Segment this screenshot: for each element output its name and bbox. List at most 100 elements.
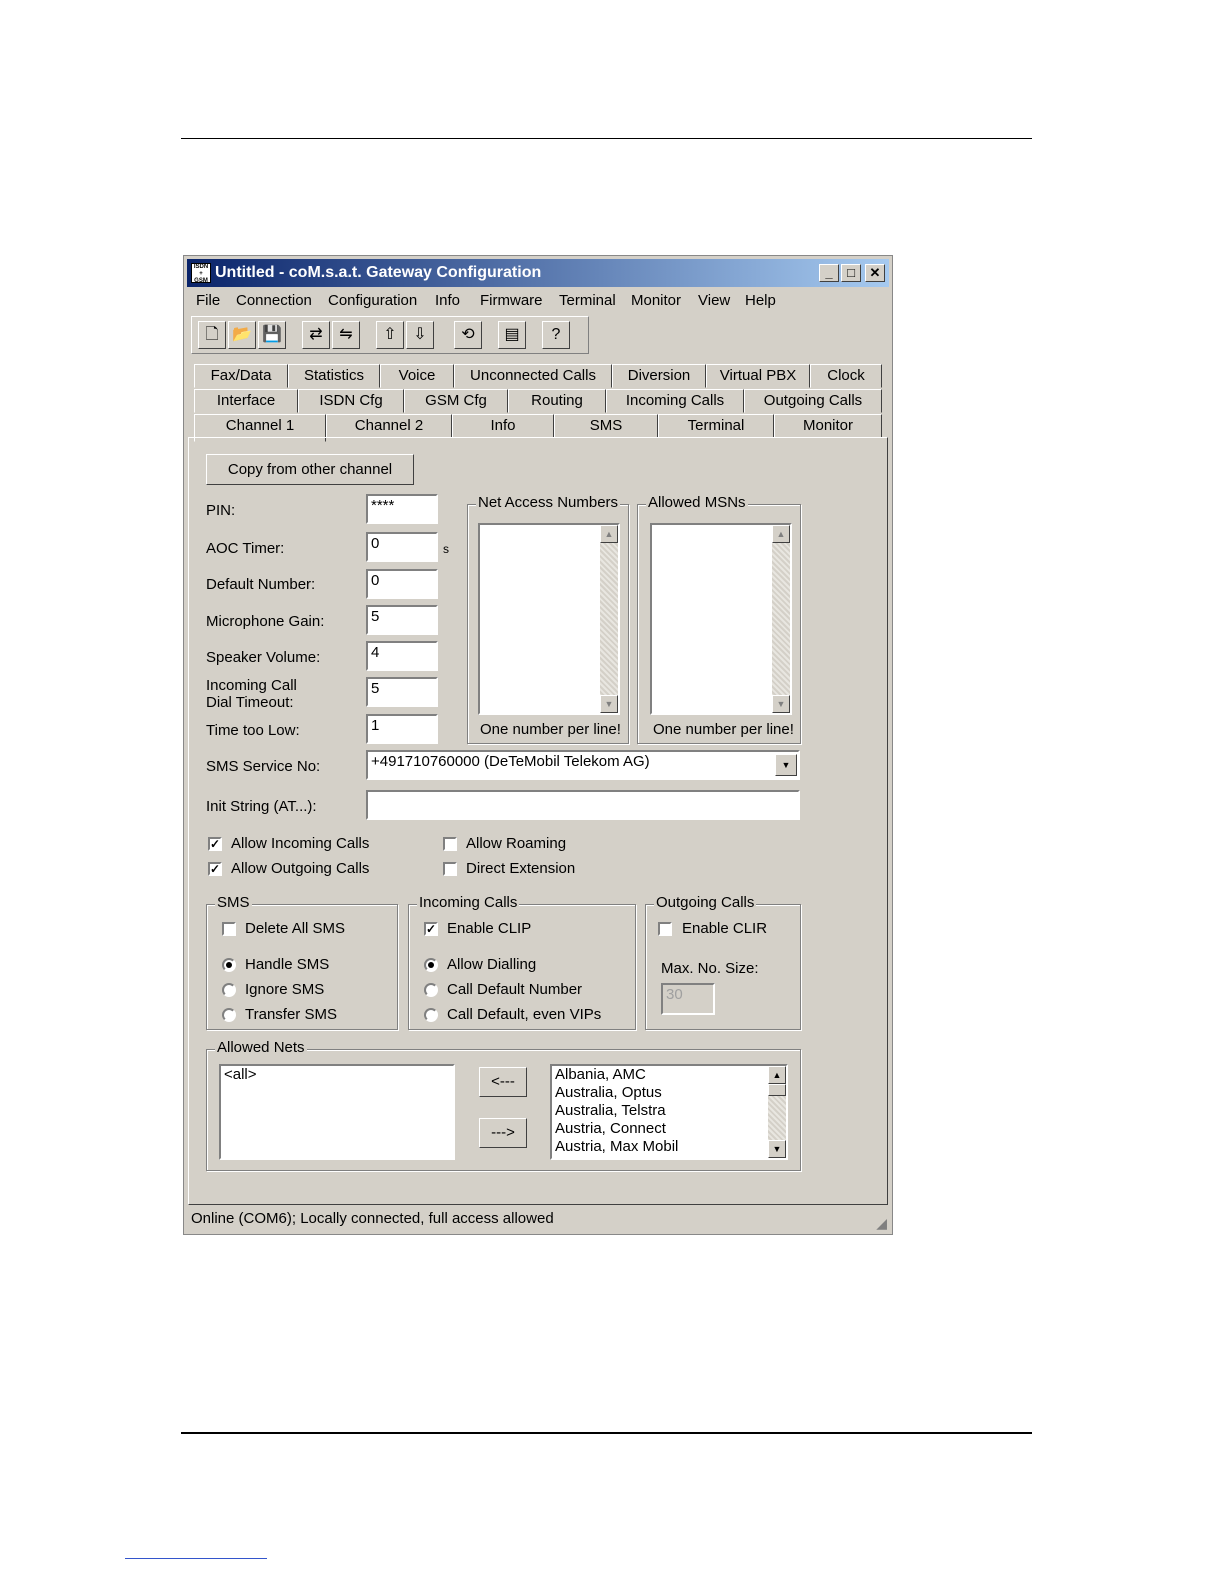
channel-panel: Copy from other channel PIN: **** AOC Ti… [188, 437, 888, 1205]
list-item[interactable]: Austria, Max Mobil [552, 1138, 786, 1156]
enable-clir-checkbox[interactable] [658, 922, 672, 936]
allow-dialling-radio[interactable] [424, 958, 438, 972]
save-icon[interactable]: 💾 [258, 321, 286, 349]
enable-clip-label: Enable CLIP [447, 920, 532, 937]
menu-info[interactable]: Info [435, 292, 460, 309]
app-window: ISDN + GSM Untitled - coM.s.a.t. Gateway C… [183, 255, 893, 1235]
allow-incoming-checkbox[interactable]: ✓ [208, 837, 222, 851]
page-rule-top [181, 138, 1032, 139]
scroll-up-icon[interactable]: ▲ [600, 525, 618, 543]
dial-timeout-label: Incoming Call Dial Timeout: [206, 677, 297, 711]
list-item[interactable]: Austria, Connect [552, 1120, 786, 1138]
menu-terminal[interactable]: Terminal [559, 292, 616, 309]
menu-firmware[interactable]: Firmware [480, 292, 543, 309]
transfer-sms-radio[interactable] [222, 1008, 236, 1022]
tab-monitor[interactable]: Monitor [774, 414, 882, 438]
allowed-msns-scrollbar[interactable]: ▲ ▼ [772, 525, 790, 713]
aoc-unit-label: s [443, 542, 449, 556]
direct-extension-checkbox[interactable] [443, 862, 457, 876]
scroll-thumb[interactable] [768, 1084, 786, 1096]
delete-all-sms-checkbox[interactable] [222, 922, 236, 936]
tab-gsm-cfg[interactable]: GSM Cfg [404, 389, 508, 413]
time-too-low-field[interactable]: 1 [366, 714, 438, 744]
tab-isdn-cfg[interactable]: ISDN Cfg [298, 389, 404, 413]
new-icon[interactable]: 🗋 [198, 321, 226, 349]
available-nets-list[interactable]: Albania, AMC Australia, Optus Australia,… [550, 1064, 788, 1160]
list-item[interactable]: Australia, Optus [552, 1084, 786, 1102]
handle-sms-label: Handle SMS [245, 956, 330, 973]
tab-incoming-calls[interactable]: Incoming Calls [606, 389, 744, 413]
chevron-down-icon[interactable]: ▼ [775, 754, 797, 776]
list-item[interactable]: Australia, Telstra [552, 1102, 786, 1120]
menu-view[interactable]: View [698, 292, 730, 309]
tab-sms[interactable]: SMS [554, 414, 658, 438]
maximize-button[interactable]: □ [841, 264, 861, 282]
help-icon[interactable]: ? [542, 321, 570, 349]
allowed-msns-list[interactable]: ▲ ▼ [650, 523, 792, 715]
scroll-down-icon[interactable]: ▼ [600, 695, 618, 713]
tab-unconnected-calls[interactable]: Unconnected Calls [454, 364, 612, 388]
disconnect-icon[interactable]: ⇋ [332, 321, 360, 349]
available-nets-scrollbar[interactable]: ▲ ▼ [768, 1066, 786, 1158]
upload-icon[interactable]: ⇧ [376, 321, 404, 349]
init-string-field[interactable] [366, 790, 800, 820]
scroll-down-icon[interactable]: ▼ [772, 695, 790, 713]
default-number-field[interactable]: 0 [366, 569, 438, 599]
tab-voice[interactable]: Voice [380, 364, 454, 388]
tab-outgoing-calls[interactable]: Outgoing Calls [744, 389, 882, 413]
allowed-nets-selected-list[interactable]: <all> [219, 1064, 455, 1160]
call-default-radio[interactable] [424, 983, 438, 997]
status-bar: Online (COM6); Locally connected, full a… [187, 1206, 889, 1232]
tab-statistics[interactable]: Statistics [288, 364, 380, 388]
tab-clock[interactable]: Clock [810, 364, 882, 388]
tab-routing[interactable]: Routing [508, 389, 606, 413]
pin-field[interactable]: **** [366, 494, 438, 524]
scroll-down-icon[interactable]: ▼ [768, 1140, 786, 1158]
tab-fax-data[interactable]: Fax/Data [194, 364, 288, 388]
add-net-button[interactable]: <--- [479, 1067, 527, 1097]
close-button[interactable]: ✕ [865, 264, 885, 282]
menu-connection[interactable]: Connection [236, 292, 312, 309]
modem-icon[interactable]: ▤ [498, 321, 526, 349]
tab-virtual-pbx[interactable]: Virtual PBX [706, 364, 810, 388]
allow-roaming-checkbox[interactable] [443, 837, 457, 851]
ignore-sms-radio[interactable] [222, 983, 236, 997]
resize-grip-icon[interactable]: ◢ [876, 1215, 887, 1232]
tab-channel-2[interactable]: Channel 2 [326, 414, 452, 438]
net-access-list[interactable]: ▲ ▼ [478, 523, 620, 715]
menu-file[interactable]: File [196, 292, 220, 309]
scroll-up-icon[interactable]: ▲ [772, 525, 790, 543]
init-string-label: Init String (AT...): [206, 798, 317, 815]
refresh-icon[interactable]: ⟲ [454, 321, 482, 349]
download-icon[interactable]: ⇩ [406, 321, 434, 349]
remove-net-button[interactable]: ---> [479, 1118, 527, 1148]
scroll-up-icon[interactable]: ▲ [768, 1066, 786, 1084]
open-icon[interactable]: 📂 [228, 321, 256, 349]
tab-interface[interactable]: Interface [194, 389, 298, 413]
dial-timeout-field[interactable]: 5 [366, 677, 438, 707]
menu-configuration[interactable]: Configuration [328, 292, 417, 309]
aoc-timer-field[interactable]: 0 [366, 532, 438, 562]
net-access-scrollbar[interactable]: ▲ ▼ [600, 525, 618, 713]
enable-clip-checkbox[interactable]: ✓ [424, 922, 438, 936]
speaker-volume-field[interactable]: 4 [366, 641, 438, 671]
call-default-vips-radio[interactable] [424, 1008, 438, 1022]
copy-from-other-channel-button[interactable]: Copy from other channel [206, 454, 414, 485]
connect-icon[interactable]: ⇄ [302, 321, 330, 349]
menu-help[interactable]: Help [745, 292, 776, 309]
tab-diversion[interactable]: Diversion [612, 364, 706, 388]
title-bar[interactable]: ISDN + GSM Untitled - coM.s.a.t. Gateway C… [187, 259, 889, 287]
handle-sms-radio[interactable] [222, 958, 236, 972]
tab-info[interactable]: Info [452, 414, 554, 438]
sms-service-select[interactable]: +491710760000 (DeTeMobil Telekom AG) ▼ [366, 750, 800, 780]
minimize-button[interactable]: _ [819, 264, 839, 282]
microphone-gain-field[interactable]: 5 [366, 605, 438, 635]
menu-monitor[interactable]: Monitor [631, 292, 681, 309]
list-item[interactable]: <all> [221, 1066, 453, 1084]
allow-outgoing-checkbox[interactable]: ✓ [208, 862, 222, 876]
list-item[interactable]: Albania, AMC [552, 1066, 786, 1084]
tab-terminal[interactable]: Terminal [658, 414, 774, 438]
window-title: Untitled - coM.s.a.t. Gateway Configurat… [215, 264, 542, 281]
enable-clir-label: Enable CLIR [682, 920, 768, 937]
aoc-timer-label: AOC Timer: [206, 540, 285, 557]
